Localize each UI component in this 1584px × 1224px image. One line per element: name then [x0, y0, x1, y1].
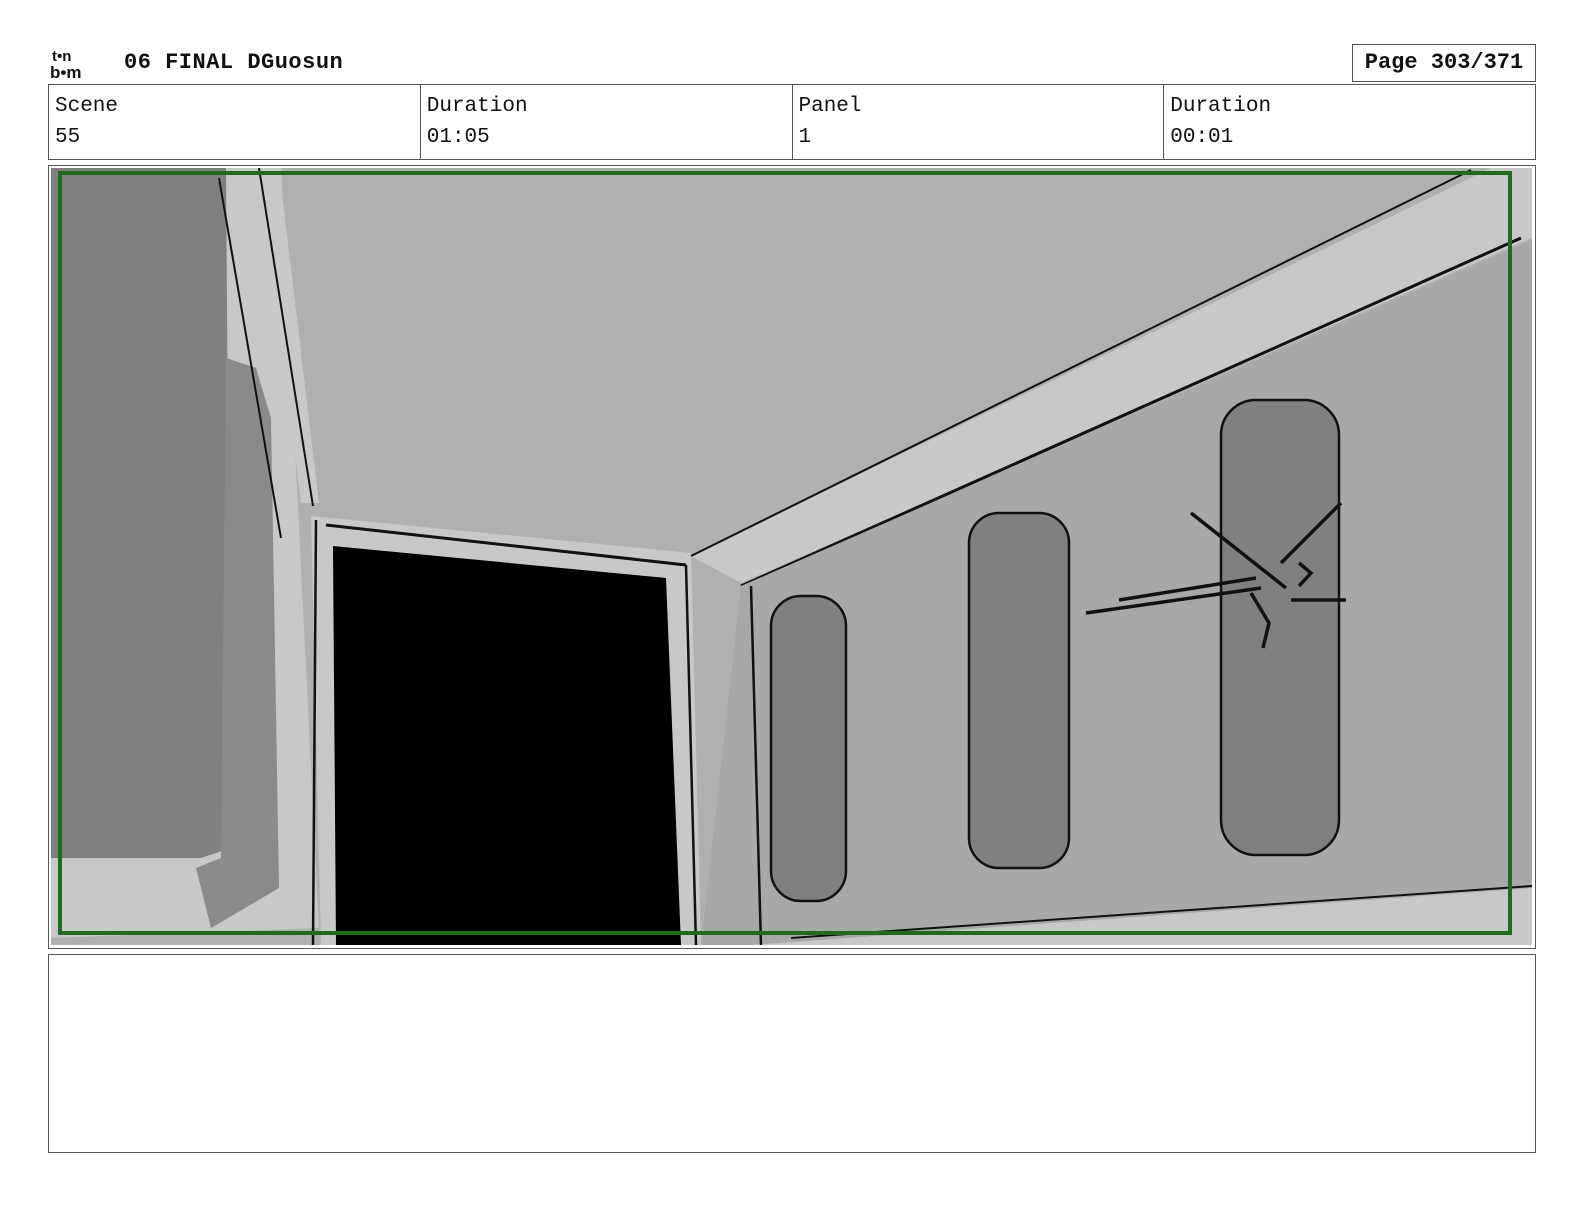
panel-notes[interactable]: [48, 954, 1536, 1153]
panel-label: Panel: [798, 95, 862, 118]
page-number: Page 303/371: [1352, 44, 1536, 82]
logo-text-bottom: b•m: [50, 63, 81, 80]
panel-info-table: Scene 55 Duration 01:05 Panel 1 Duration…: [48, 84, 1536, 160]
panel-value: 1: [798, 126, 812, 149]
document-title: 06 FINAL DGuosun: [124, 50, 344, 75]
panel-duration-label: Duration: [1170, 95, 1272, 118]
scene-duration-value: 01:05: [426, 126, 490, 149]
storyboard-drawing: [51, 168, 1532, 945]
panel-cell: Panel 1: [793, 85, 1165, 159]
scene-duration-cell: Duration 01:05: [421, 85, 793, 159]
panel-duration-cell: Duration 00:01: [1164, 85, 1535, 159]
window-1: [769, 594, 848, 903]
toonboom-logo: t•n b•m: [50, 48, 106, 82]
window-2: [967, 511, 1071, 870]
scene-label: Scene: [55, 95, 119, 118]
scene-duration-label: Duration: [426, 95, 528, 118]
storyboard-panel-frame: [48, 165, 1536, 949]
scene-value: 55: [55, 126, 81, 149]
window-3: [1219, 398, 1341, 857]
panel-duration-value: 00:01: [1170, 126, 1234, 149]
left-pillar-dark: [51, 168, 231, 858]
dark-doorway: [333, 546, 681, 945]
scene-cell: Scene 55: [49, 85, 421, 159]
